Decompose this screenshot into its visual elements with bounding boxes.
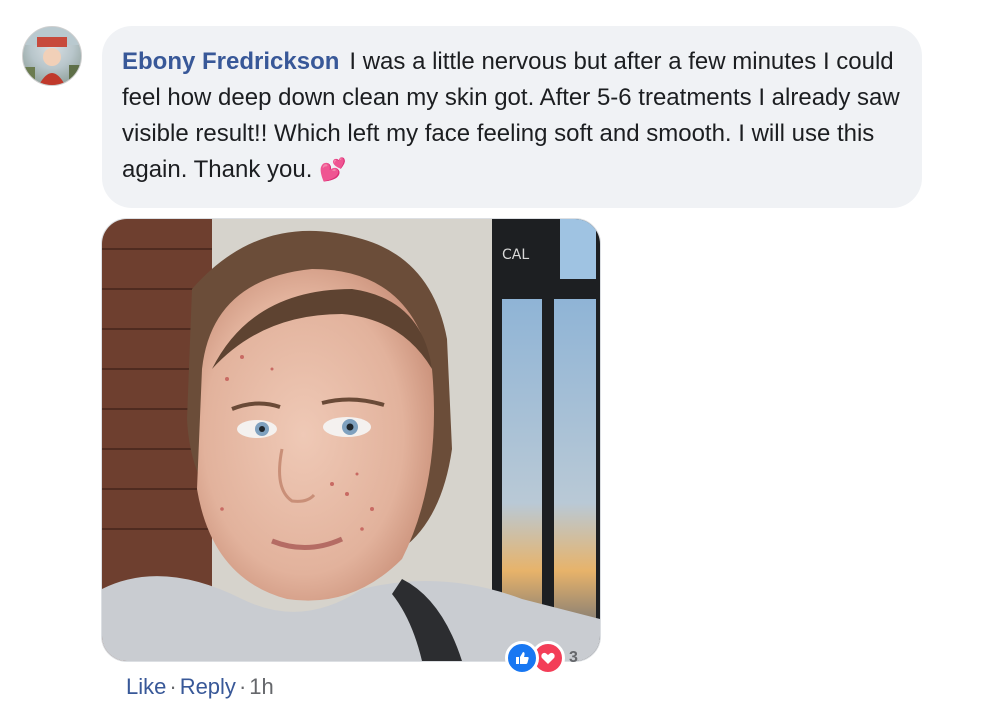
separator: · (169, 674, 177, 699)
comment-photo[interactable]: CAL (101, 218, 601, 662)
reaction-count: 3 (569, 649, 578, 666)
reactions-summary[interactable]: 3 (505, 641, 578, 675)
window-sign-text: CAL (502, 247, 529, 263)
separator: · (238, 674, 247, 699)
like-link[interactable]: Like (126, 674, 166, 699)
timestamp[interactable]: 1h (249, 674, 273, 699)
avatar[interactable] (22, 26, 82, 86)
comment-actions: Like · Reply · 1h (126, 674, 274, 700)
comment-bubble: Ebony Fredrickson I was a little nervous … (102, 26, 922, 208)
reply-link[interactable]: Reply (180, 674, 236, 699)
two-hearts-emoji-icon: 💕 (319, 157, 347, 182)
comment-author[interactable]: Ebony Fredrickson (122, 48, 339, 75)
like-icon (505, 641, 539, 675)
